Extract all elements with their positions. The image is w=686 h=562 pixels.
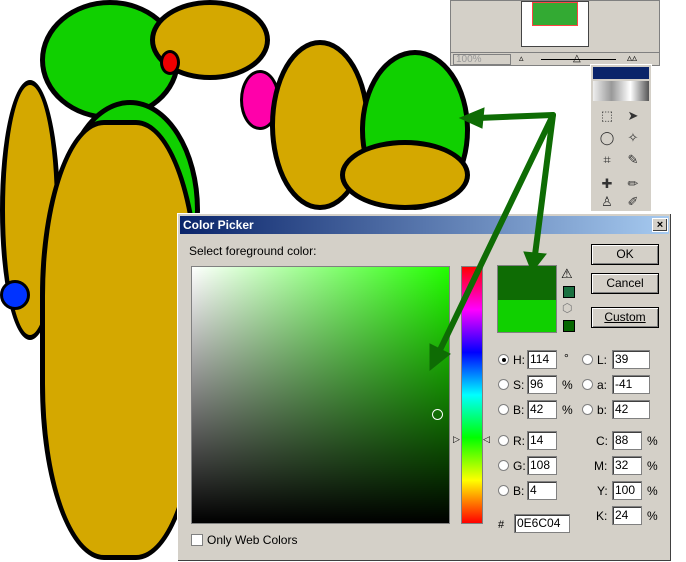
arrow-to-claw [475, 112, 556, 121]
arrowhead-swatch [523, 251, 547, 273]
arrowhead-claw [458, 107, 485, 129]
annotation-arrows [429, 107, 556, 372]
